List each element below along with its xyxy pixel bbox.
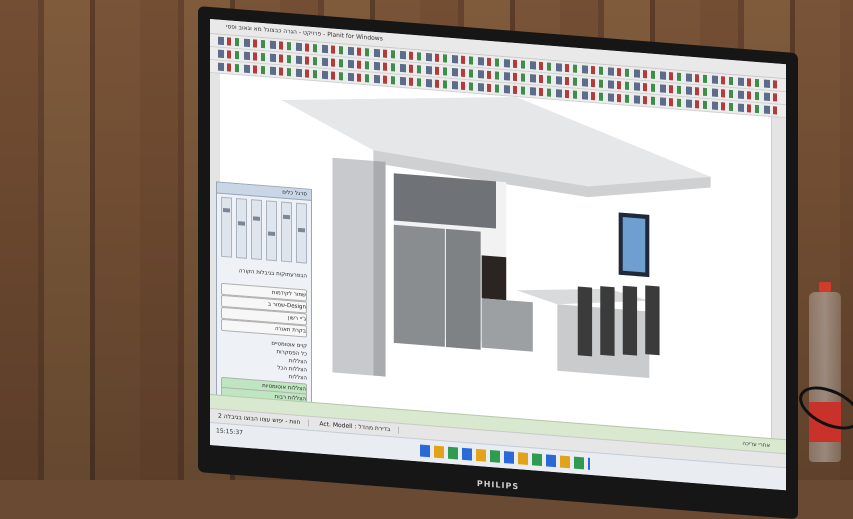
slider[interactable]: [281, 201, 292, 263]
pillar-side: [373, 160, 386, 377]
slider[interactable]: [266, 200, 277, 262]
screen: ‏פרויקט - הגרה כבצוגל מא וגאוב ופסי - Pl…: [210, 18, 786, 491]
bar-stool-3: [622, 285, 638, 356]
water-bottle: [809, 282, 841, 462]
slider[interactable]: [221, 196, 232, 258]
bar-stool-1: [577, 286, 593, 357]
bar-stool-4: [645, 285, 660, 356]
lower-cabinets: [481, 298, 533, 352]
fridge-right-door: [445, 228, 481, 350]
upper-cabinets: [393, 173, 496, 229]
oven: [481, 255, 507, 301]
side-panel: סרגל כלים הבפרעתוקות בגיבלות הקורה שמור …: [216, 181, 312, 406]
checkbox-option[interactable]: הבפרעתוקות בגיבלות הקורה: [221, 265, 307, 282]
monitor: ‏פרויקט - הגרה כבצוגל מא וגאוב ופסי - Pl…: [198, 6, 798, 519]
taskbar-clock: 15:15:37: [216, 427, 243, 437]
bottle-cap: [819, 282, 831, 292]
left-pillar: [332, 157, 374, 376]
slider-group[interactable]: [221, 196, 307, 264]
slider[interactable]: [296, 202, 307, 264]
slider[interactable]: [251, 199, 262, 261]
wall-picture: [622, 217, 646, 273]
fridge-left-door: [393, 224, 445, 347]
right-toolstrip[interactable]: [771, 117, 786, 441]
slider[interactable]: [236, 197, 247, 259]
bar-stool-2: [600, 286, 615, 356]
